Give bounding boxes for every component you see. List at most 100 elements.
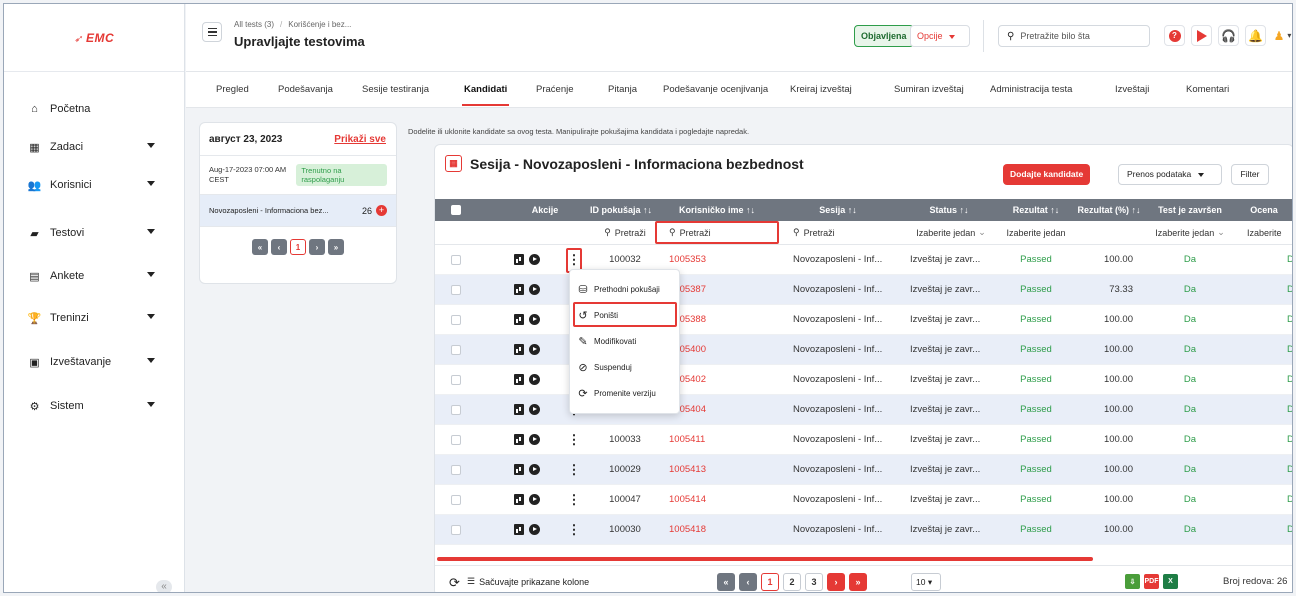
- tab[interactable]: Praćenje: [536, 72, 574, 108]
- tab[interactable]: Podešavanje ocenjivanja: [663, 72, 768, 108]
- play-icon[interactable]: [529, 494, 540, 505]
- prev-page-button[interactable]: ‹: [271, 239, 287, 255]
- tab[interactable]: Pregled: [216, 72, 249, 108]
- username-link[interactable]: 1005411: [669, 425, 769, 454]
- page-button[interactable]: 3: [805, 573, 823, 591]
- kebab-menu-button[interactable]: ⋮: [566, 515, 582, 544]
- last-page-button[interactable]: »: [849, 573, 867, 591]
- sidebar-item[interactable]: 👥 Korisnici: [4, 172, 185, 198]
- column-header[interactable]: Rezultat (%) ↑↓: [1071, 199, 1147, 221]
- row-checkbox[interactable]: [449, 425, 463, 454]
- tab[interactable]: Komentari: [1186, 72, 1229, 108]
- refresh-icon[interactable]: ⟳: [449, 575, 460, 591]
- page-size-select[interactable]: 10 ▾: [911, 573, 941, 591]
- tab[interactable]: Podešavanja: [278, 72, 333, 108]
- page-button[interactable]: 1: [761, 573, 779, 591]
- logo[interactable]: ➶ EMC: [4, 4, 184, 72]
- last-page-button[interactable]: »: [328, 239, 344, 255]
- column-header[interactable]: Akcije: [515, 199, 575, 221]
- tab[interactable]: Kandidati: [461, 72, 510, 108]
- support-button[interactable]: 🎧: [1218, 25, 1239, 46]
- column-header[interactable]: Test je završen: [1147, 199, 1233, 221]
- play-icon[interactable]: [529, 434, 540, 445]
- table-row[interactable]: ⋮ 100030 1005418 Novozaposleni - Inf... Izve…: [435, 515, 1292, 545]
- report-icon[interactable]: [514, 434, 524, 445]
- table-row[interactable]: ⋮1000201005404Novozaposleni - Inf...Izve…: [435, 395, 1292, 425]
- row-checkbox[interactable]: [449, 455, 463, 484]
- menu-item[interactable]: ⛁ Prethodni pokušaji: [577, 278, 659, 300]
- tab[interactable]: Izveštaji: [1115, 72, 1149, 108]
- play-icon[interactable]: [529, 464, 540, 475]
- sidebar-item[interactable]: ⚙ Sistem: [4, 393, 185, 419]
- report-icon[interactable]: [514, 284, 524, 295]
- table-row[interactable]: ⋮1005400Novozaposleni - Inf...Izveštaj j…: [435, 335, 1292, 365]
- table-row[interactable]: ⋮1005402Novozaposleni - Inf...Izveštaj j…: [435, 365, 1292, 395]
- username-link[interactable]: 1005418: [669, 515, 769, 544]
- help-button[interactable]: ?: [1164, 25, 1185, 46]
- session-search-input[interactable]: ⚲ Pretraži: [785, 221, 885, 244]
- username-link[interactable]: 1005413: [669, 455, 769, 484]
- collapse-sidebar-button[interactable]: «: [156, 580, 172, 592]
- export-dropdown[interactable]: Prenos podataka: [1118, 164, 1222, 185]
- row-checkbox[interactable]: [449, 365, 463, 394]
- column-header[interactable]: Status ↑↓: [897, 199, 1001, 221]
- table-row[interactable]: ⋮ 100029 1005413 Novozaposleni - Inf... Izve…: [435, 455, 1292, 485]
- column-header[interactable]: Sesija ↑↓: [779, 199, 897, 221]
- username-link[interactable]: 1005387: [669, 275, 769, 304]
- report-icon[interactable]: [514, 404, 524, 415]
- id-search-input[interactable]: ⚲ Pretraži: [595, 221, 655, 244]
- menu-item[interactable]: ✎ Modifikovati: [577, 330, 636, 352]
- grade-select[interactable]: Izaberite: [1235, 221, 1292, 244]
- user-menu-button[interactable]: ♟ ▾: [1272, 25, 1292, 46]
- sidebar-item[interactable]: ▦ Zadaci: [4, 134, 185, 160]
- tab[interactable]: Pitanja: [608, 72, 637, 108]
- menu-item[interactable]: ⟳ Promenite verziju: [577, 382, 655, 404]
- export-pdf-icon[interactable]: PDF: [1144, 574, 1159, 589]
- username-link[interactable]: 1005402: [669, 365, 769, 394]
- result-select[interactable]: Izaberite jedan: [1003, 221, 1069, 244]
- notifications-button[interactable]: 🔔: [1245, 25, 1266, 46]
- column-header[interactable]: Ocena: [1233, 199, 1292, 221]
- sidebar-item[interactable]: ⌂ Početna: [4, 96, 185, 122]
- add-candidates-button[interactable]: Dodajte kandidate: [1003, 164, 1091, 185]
- play-icon[interactable]: [529, 344, 540, 355]
- username-link[interactable]: 1005404: [669, 395, 769, 424]
- prev-page-button[interactable]: ‹: [739, 573, 757, 591]
- kebab-menu-button[interactable]: ⋮: [566, 485, 582, 514]
- select-all-checkbox[interactable]: [449, 199, 463, 221]
- kebab-menu-button[interactable]: ⋮: [566, 455, 582, 484]
- current-page[interactable]: 1: [290, 239, 306, 255]
- row-checkbox[interactable]: [449, 395, 463, 424]
- page-button[interactable]: 2: [783, 573, 801, 591]
- breadcrumb-item-test[interactable]: Korišćenje i bez...: [288, 20, 351, 29]
- username-link[interactable]: 1005414: [669, 485, 769, 514]
- published-button[interactable]: Objavljena: [854, 25, 914, 47]
- video-button[interactable]: [1191, 25, 1212, 46]
- menu-item[interactable]: ⊘ Suspenduj: [577, 356, 631, 378]
- global-search-input[interactable]: ⚲ Pretražite bilo šta: [998, 25, 1150, 47]
- show-all-link[interactable]: Prikaži sve: [334, 134, 386, 145]
- play-icon[interactable]: [529, 254, 540, 265]
- options-dropdown[interactable]: Opcije: [910, 25, 970, 47]
- username-link[interactable]: 1005388: [669, 305, 769, 334]
- tab[interactable]: Kreiraj izveštaj: [790, 72, 852, 108]
- play-icon[interactable]: [529, 524, 540, 535]
- next-page-button[interactable]: ›: [827, 573, 845, 591]
- table-row[interactable]: ⋮ 100047 1005414 Novozaposleni - Inf... Izve…: [435, 485, 1292, 515]
- next-page-button[interactable]: ›: [309, 239, 325, 255]
- tab[interactable]: Sesije testiranja: [362, 72, 429, 108]
- row-checkbox[interactable]: [449, 515, 463, 544]
- column-header[interactable]: Korisničko ime ↑↓: [655, 199, 779, 221]
- table-row[interactable]: ⋮ 100032 1005353 Novozaposleni - Inf... Izve…: [435, 245, 1292, 275]
- table-row[interactable]: ⋮1005387Novozaposleni - Inf...Izveštaj j…: [435, 275, 1292, 305]
- play-icon[interactable]: [529, 404, 540, 415]
- play-icon[interactable]: [529, 284, 540, 295]
- save-columns-button[interactable]: ☰ Sačuvajte prikazane kolone: [467, 576, 589, 587]
- sidebar-item[interactable]: 🏆 Treninzi: [4, 305, 185, 331]
- report-icon[interactable]: [514, 464, 524, 475]
- kebab-menu-button[interactable]: ⋮: [566, 425, 582, 454]
- play-icon[interactable]: [529, 374, 540, 385]
- column-header[interactable]: ID pokušaja ↑↓: [581, 199, 661, 221]
- tab[interactable]: Sumiran izveštaj: [894, 72, 964, 108]
- row-checkbox[interactable]: [449, 485, 463, 514]
